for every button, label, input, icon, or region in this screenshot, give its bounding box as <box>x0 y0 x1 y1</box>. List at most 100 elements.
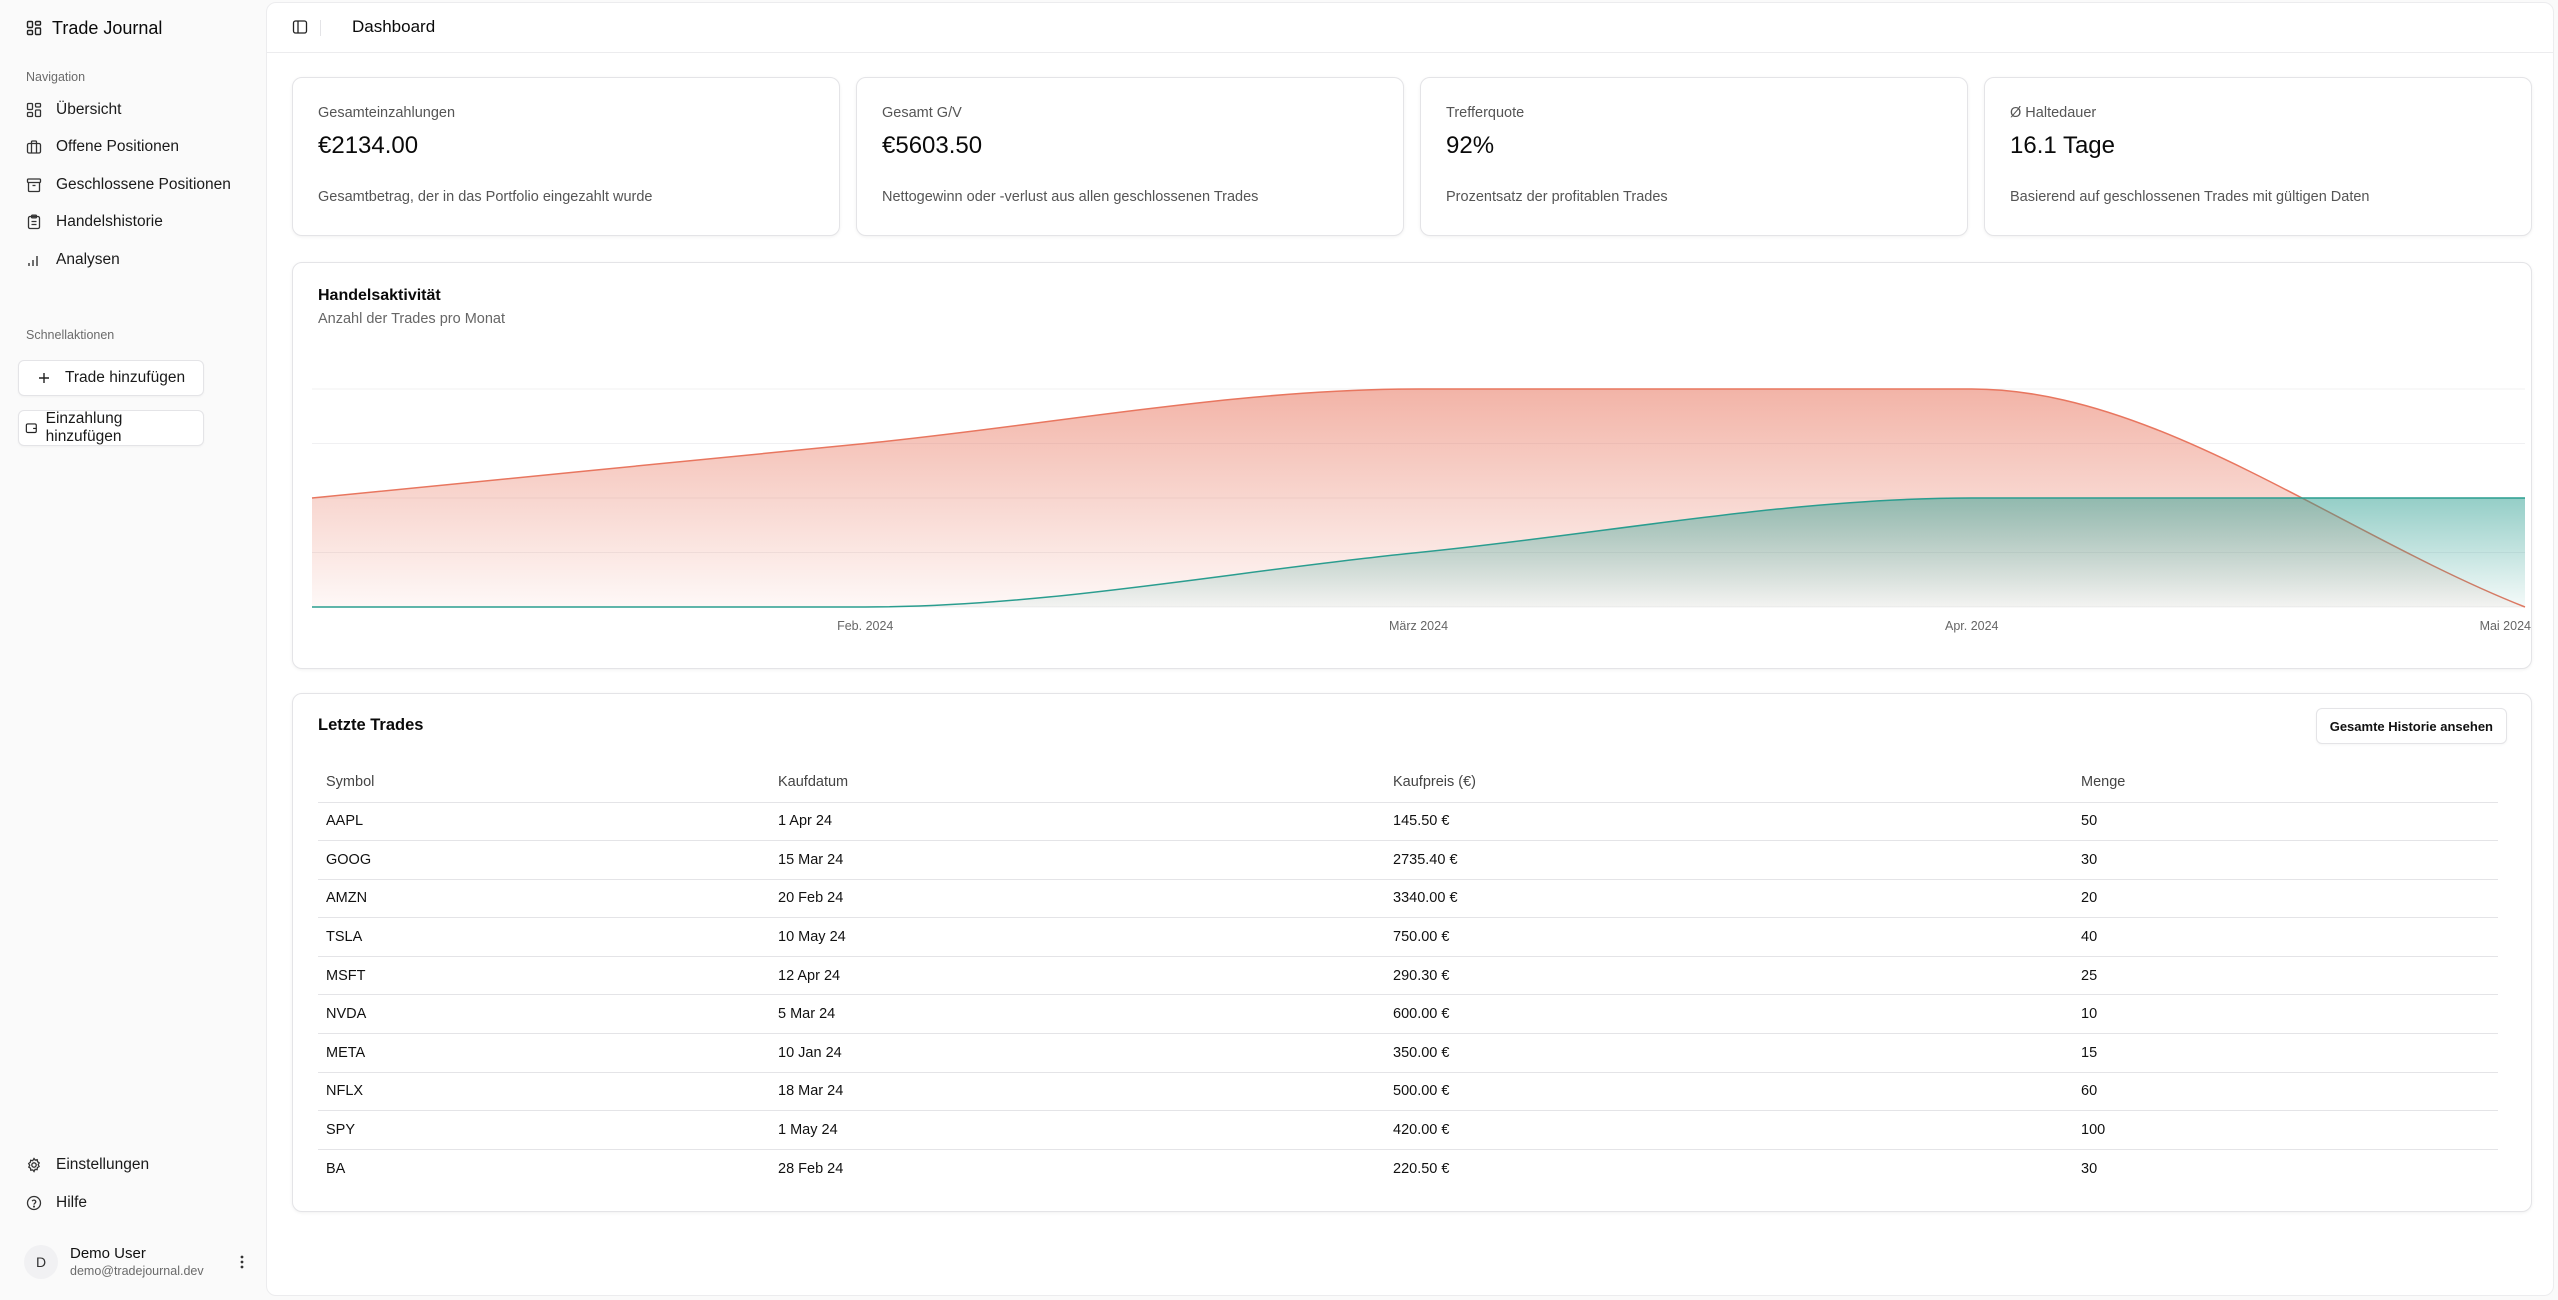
user-name: Demo User <box>70 1244 146 1262</box>
add-trade-button[interactable]: Trade hinzufügen <box>18 360 204 396</box>
brand[interactable]: Trade Journal <box>26 16 162 40</box>
sidebar-item-handelshistorie[interactable]: Handelshistorie <box>18 205 250 239</box>
table-cell: 220.50 € <box>1393 1160 1450 1177</box>
table-cell: BA <box>326 1160 346 1177</box>
sidebar-item-label: Handelshistorie <box>56 213 163 230</box>
table-cell: 1 May 24 <box>770 1110 1385 1150</box>
sidebar-item-label: Offene Positionen <box>56 138 179 155</box>
stat-value: €5603.50 <box>882 132 983 159</box>
table-cell: NFLX <box>318 1072 770 1112</box>
stat-card-profit-loss: Gesamt G/V €5603.50 Nettogewinn oder -ve… <box>856 77 1404 236</box>
stat-value: 92% <box>1446 132 1495 159</box>
sidebar-toggle-button[interactable] <box>291 18 309 36</box>
stat-value: 16.1 Tage <box>2010 132 2115 159</box>
table-cell: 15 Mar 24 <box>770 840 1385 880</box>
sidebar-item-einstellungen[interactable]: Einstellungen <box>18 1148 250 1182</box>
view-full-history-button[interactable]: Gesamte Historie ansehen <box>2315 708 2507 744</box>
bar-chart-icon <box>28 256 38 266</box>
sidebar-item-label: Geschlossene Positionen <box>56 176 231 193</box>
sidebar-item-label: Übersicht <box>56 101 122 118</box>
user-menu[interactable]: D Demo User demo@tradejournal.dev <box>24 1240 250 1284</box>
sidebar-item-label: Analysen <box>56 251 120 268</box>
table-row[interactable]: AMZN 20 Feb 24 3340.00 €20 <box>318 879 2498 919</box>
stat-label: Ø Haltedauer <box>2010 105 2097 121</box>
table-cell: 5 Mar 24 <box>770 994 1385 1035</box>
briefcase-icon <box>26 140 42 154</box>
sidebar-item-uebersicht[interactable]: Übersicht <box>18 93 250 127</box>
sidebar: Trade Journal Navigation Übersicht Offen… <box>0 0 265 1300</box>
table-cell: 12 Apr 24 <box>770 956 1385 996</box>
sidebar-item-hilfe[interactable]: Hilfe <box>18 1186 250 1220</box>
table-cell: 145.50 € <box>1385 802 2073 842</box>
sidebar-item-geschlossene-positionen[interactable]: Geschlossene Positionen <box>18 168 250 202</box>
table-cell: 30 <box>2081 1160 2098 1177</box>
add-deposit-button[interactable]: Einzahlung hinzufügen <box>18 410 204 446</box>
stat-description: Gesamtbetrag, der in das Portfolio einge… <box>318 189 653 205</box>
table-cell: 420.00 € <box>1385 1110 2073 1150</box>
main-panel: Dashboard Gesamteinzahlungen €2134.00 Ge… <box>266 2 2554 1296</box>
more-vertical-icon[interactable] <box>234 1252 250 1272</box>
table-cell: AMZN <box>318 879 770 919</box>
user-info: Demo User demo@tradejournal.dev <box>70 1245 222 1279</box>
table-row[interactable]: MSFT 12 Apr 24 290.30 €25 <box>318 956 2498 996</box>
stat-card-win-rate: Trefferquote 92% Prozentsatz der profita… <box>1420 77 1968 236</box>
table-row[interactable]: SPY 1 May 24 420.00 €100 <box>318 1110 2498 1150</box>
table-cell: 350.00 € <box>1385 1033 2073 1073</box>
stat-description: Nettogewinn oder -verlust aus allen gesc… <box>882 189 1259 205</box>
nav-section-label: Navigation <box>26 70 86 84</box>
column-header: Symbol <box>318 763 770 803</box>
topbar: Dashboard <box>267 3 2553 53</box>
stat-description: Basierend auf geschlossenen Trades mit g… <box>2010 189 2370 205</box>
stat-card-holding-period: Ø Haltedauer 16.1 Tage Basierend auf ges… <box>1984 77 2532 236</box>
recent-trades-card: Letzte Trades Gesamte Historie ansehen S… <box>292 693 2532 1212</box>
sidebar-item-offene-positionen[interactable]: Offene Positionen <box>18 130 250 164</box>
table-cell: AAPL <box>318 802 770 842</box>
table-cell: 290.30 € <box>1385 956 2073 996</box>
divider <box>320 20 321 36</box>
table-row[interactable]: GOOG 15 Mar 24 2735.40 €30 <box>318 840 2498 880</box>
trading-activity-chart: Feb. 2024 März 2024 Apr. 2024 Mai 2024 <box>311 388 2531 633</box>
table-cell: SPY <box>318 1110 770 1150</box>
user-email: demo@tradejournal.dev <box>70 1263 204 1278</box>
panel-left-icon <box>292 20 308 34</box>
gear-icon <box>27 1157 41 1173</box>
stat-label: Gesamt G/V <box>882 105 962 121</box>
stat-card-deposits: Gesamteinzahlungen €2134.00 Gesamtbetrag… <box>292 77 840 236</box>
sidebar-item-label: Hilfe <box>56 1194 88 1211</box>
table-cell: 60 <box>2073 1072 2498 1112</box>
trades-table: Symbol Kaufdatum Kaufpreis (€) Menge AAP… <box>318 763 2498 1188</box>
add-trade-label: Trade hinzufügen <box>65 369 186 386</box>
x-tick-label: März 2024 <box>1389 619 1448 633</box>
table-cell: MSFT <box>318 956 770 996</box>
table-row[interactable]: TSLA 10 May 24 750.00 €40 <box>318 917 2498 957</box>
table-row[interactable]: META 10 Jan 24 350.00 €15 <box>318 1033 2498 1073</box>
table-cell: 2735.40 € <box>1385 840 2073 880</box>
table-cell: 20 Feb 24 <box>770 879 1385 919</box>
table-cell: META <box>318 1033 770 1073</box>
table-cell: TSLA <box>318 917 770 957</box>
table-row[interactable]: NVDA 5 Mar 24 600.00 €10 <box>318 994 2498 1035</box>
page-title: Dashboard <box>352 17 436 36</box>
table-cell: 10 <box>2073 994 2498 1035</box>
column-header: Kaufpreis (€) <box>1385 763 2073 803</box>
trading-activity-card: Handelsaktivität Anzahl der Trades pro M… <box>292 262 2532 669</box>
table-row[interactable]: NFLX 18 Mar 24 500.00 €60 <box>318 1072 2498 1112</box>
wallet-icon <box>25 423 37 434</box>
column-header: Kaufdatum <box>770 763 1385 803</box>
table-cell: 40 <box>2073 917 2498 957</box>
stat-label: Trefferquote <box>1446 105 1525 121</box>
clipboard-icon <box>27 214 41 230</box>
table-cell: 1 Apr 24 <box>770 802 1385 842</box>
x-tick-label: Feb. 2024 <box>837 619 893 633</box>
table-row[interactable]: AAPL 1 Apr 24 145.50 €50 <box>318 802 2498 842</box>
table-cell: 28 Feb 24 <box>778 1160 844 1177</box>
sidebar-item-analysen[interactable]: Analysen <box>18 243 250 277</box>
app-name: Trade Journal <box>52 17 163 38</box>
add-deposit-label: Einzahlung hinzufügen <box>45 410 123 445</box>
stat-label: Gesamteinzahlungen <box>318 105 456 121</box>
table-cell: 600.00 € <box>1385 994 2073 1035</box>
plus-icon <box>39 373 49 383</box>
table-row[interactable]: BA 28 Feb 24 220.50 € 30 <box>318 1149 2498 1188</box>
table-header-row: Symbol Kaufdatum Kaufpreis (€) Menge <box>318 763 2498 803</box>
table-cell: 30 <box>2073 840 2498 880</box>
